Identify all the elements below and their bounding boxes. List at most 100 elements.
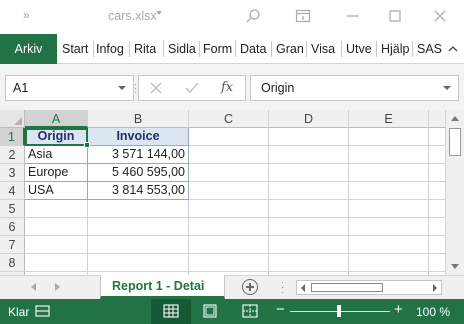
scroll-down-icon[interactable] — [451, 264, 459, 269]
grid-cell[interactable] — [189, 200, 269, 218]
grid-cell[interactable] — [88, 236, 189, 254]
tab-splitter-icon[interactable]: · · · — [281, 278, 284, 298]
horizontal-scrollbar[interactable] — [296, 280, 442, 295]
tab-insert[interactable]: Infog — [96, 34, 126, 64]
scroll-up-icon[interactable] — [451, 116, 459, 121]
grid-cell[interactable] — [189, 128, 269, 146]
grid-cell[interactable] — [88, 200, 189, 218]
grid-cell[interactable] — [349, 218, 429, 236]
vertical-scroll-thumb[interactable] — [449, 128, 461, 156]
table-cell[interactable]: Europe — [25, 164, 88, 182]
minimize-icon[interactable] — [345, 8, 361, 24]
grid-cell[interactable] — [25, 200, 88, 218]
insert-function-icon[interactable]: fx — [221, 79, 239, 97]
grid-cell[interactable] — [429, 128, 445, 146]
file-tab[interactable]: Arkiv — [0, 34, 57, 64]
formula-input[interactable]: Origin — [250, 75, 459, 101]
tab-draw[interactable]: Rita — [134, 34, 162, 64]
table-header-cell[interactable]: Invoice — [88, 128, 189, 146]
row-header-4[interactable]: 4 — [0, 182, 25, 200]
grid-cell[interactable] — [429, 218, 445, 236]
grid-cell[interactable] — [189, 164, 269, 182]
horizontal-scroll-thumb[interactable] — [311, 283, 383, 292]
tab-data[interactable]: Data — [240, 34, 270, 64]
cell-mode-icon[interactable] — [34, 303, 52, 319]
grid-cell[interactable] — [269, 182, 349, 200]
tab-formulas[interactable]: Form — [203, 34, 233, 64]
grid-cell[interactable] — [25, 254, 88, 272]
grid-cell[interactable] — [269, 146, 349, 164]
table-cell[interactable]: 3 814 553,00 — [88, 182, 189, 200]
grid-cell[interactable] — [269, 164, 349, 182]
grid-cell[interactable] — [349, 146, 429, 164]
grid-cell[interactable] — [349, 200, 429, 218]
ribbon-display-options-icon[interactable] — [295, 8, 311, 24]
maximize-icon[interactable] — [387, 8, 403, 24]
zoom-slider-thumb[interactable] — [337, 305, 341, 317]
grid-cell[interactable] — [269, 128, 349, 146]
normal-view-icon[interactable] — [162, 303, 180, 319]
grid-cell[interactable] — [189, 218, 269, 236]
close-icon[interactable] — [432, 8, 448, 24]
next-sheet-icon[interactable] — [55, 283, 60, 291]
row-header-1[interactable]: 1 — [0, 128, 25, 146]
grid-cell[interactable] — [269, 236, 349, 254]
file-title[interactable]: cars.xlsx — [108, 9, 157, 23]
page-layout-view-icon[interactable] — [201, 303, 219, 319]
row-header-6[interactable]: 6 — [0, 218, 25, 236]
search-icon[interactable] — [245, 8, 261, 24]
tab-view[interactable]: Visa — [311, 34, 340, 64]
row-header-8[interactable]: 8 — [0, 254, 25, 272]
confirm-entry-icon[interactable] — [183, 79, 201, 97]
table-cell[interactable]: 5 460 595,00 — [88, 164, 189, 182]
grid-cell[interactable] — [269, 200, 349, 218]
grid-cell[interactable] — [349, 182, 429, 200]
grid-cell[interactable] — [429, 182, 445, 200]
ribbon-collapse-icon[interactable] — [447, 43, 459, 55]
cancel-entry-icon[interactable] — [147, 79, 165, 97]
grid-cell[interactable] — [189, 146, 269, 164]
column-header-e[interactable]: E — [349, 110, 429, 128]
grid-cell[interactable] — [429, 146, 445, 164]
grid-cell[interactable] — [189, 236, 269, 254]
grid-cell[interactable] — [429, 164, 445, 182]
row-header-7[interactable]: 7 — [0, 236, 25, 254]
column-header-b[interactable]: B — [88, 110, 189, 128]
row-header-5[interactable]: 5 — [0, 200, 25, 218]
table-cell[interactable]: 3 571 144,00 — [88, 146, 189, 164]
zoom-level[interactable]: 100 % — [416, 305, 450, 319]
vertical-scrollbar[interactable] — [445, 110, 464, 275]
grid-cell[interactable] — [88, 218, 189, 236]
tab-sas[interactable]: SAS — [417, 34, 442, 64]
tab-help[interactable]: Hjälp — [381, 34, 411, 64]
column-header-partial[interactable] — [429, 110, 445, 128]
grid-cell[interactable] — [189, 254, 269, 272]
grid-cell[interactable] — [269, 218, 349, 236]
tab-start[interactable]: Start — [62, 34, 92, 64]
column-header-d[interactable]: D — [269, 110, 349, 128]
grid-cell[interactable] — [88, 254, 189, 272]
tab-page-layout[interactable]: Sidla — [168, 34, 198, 64]
name-box[interactable]: A1 — [5, 75, 134, 101]
grid-cell[interactable] — [349, 254, 429, 272]
column-header-c[interactable]: C — [189, 110, 269, 128]
table-cell[interactable]: USA — [25, 182, 88, 200]
grid-cell[interactable] — [429, 236, 445, 254]
grid-cell[interactable] — [25, 236, 88, 254]
row-header-2[interactable]: 2 — [0, 146, 25, 164]
zoom-out-button[interactable]: − — [276, 302, 285, 318]
tab-developer[interactable]: Utve — [346, 34, 375, 64]
grid-cell[interactable] — [349, 236, 429, 254]
worksheet-grid[interactable]: A B C D E 1 2 3 4 5 6 7 8 9 Origin Invoi… — [0, 110, 445, 275]
grid-cell[interactable] — [349, 164, 429, 182]
grid-cell[interactable] — [429, 200, 445, 218]
grid-cell[interactable] — [189, 182, 269, 200]
name-box-dropdown-icon[interactable] — [118, 86, 126, 90]
column-header-a[interactable]: A — [25, 110, 88, 128]
grid-cell[interactable] — [25, 218, 88, 236]
quick-access-more-button[interactable]: » — [23, 8, 30, 22]
splitter-handle-icon[interactable]: · · · — [134, 80, 137, 98]
sheet-tab-active[interactable]: Report 1 - Detai — [100, 275, 225, 299]
grid-cell[interactable] — [429, 254, 445, 272]
table-cell[interactable]: Asia — [25, 146, 88, 164]
